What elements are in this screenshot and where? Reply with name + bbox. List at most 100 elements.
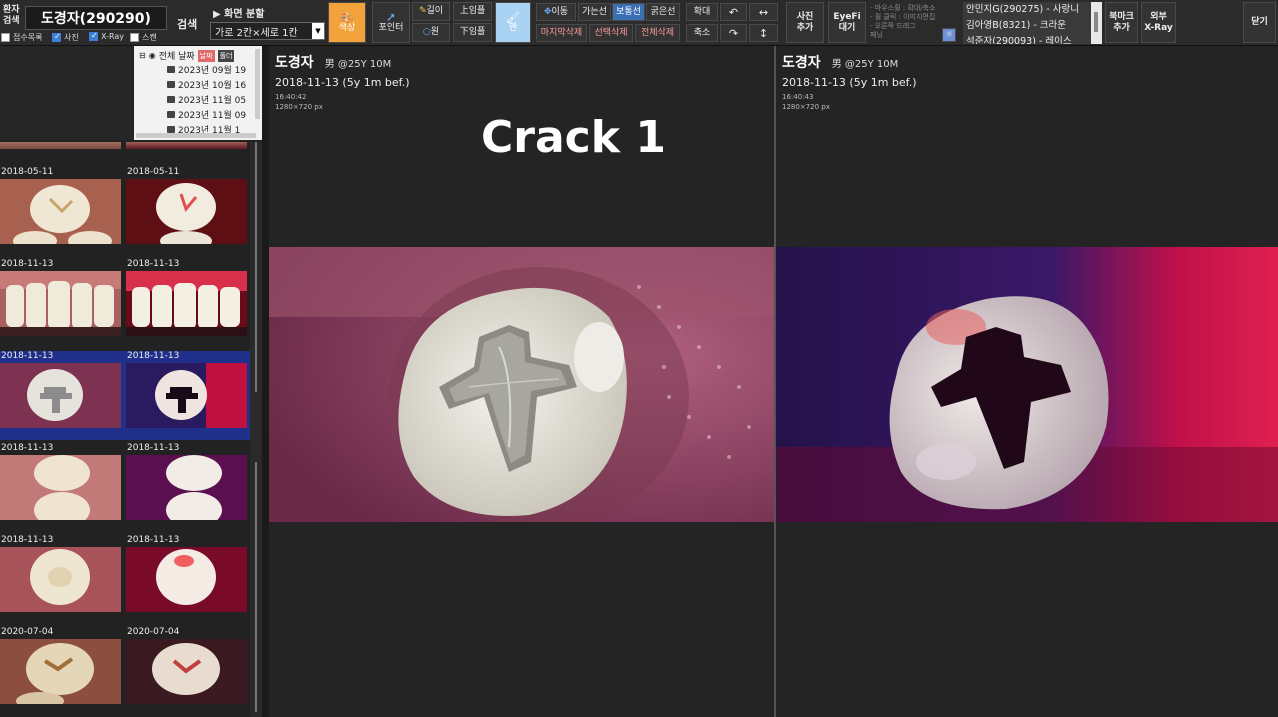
length-button-label: 길이	[426, 6, 444, 16]
thumbnail-image[interactable]	[0, 363, 121, 428]
checkbox-box[interactable]	[130, 33, 139, 42]
tree-node-label: 2023년 11월 09	[178, 111, 247, 121]
intraoral-photo-normal[interactable]	[269, 247, 774, 522]
rotate-right-icon[interactable]: ↷	[720, 24, 747, 42]
close-button[interactable]: 닫기	[1243, 2, 1276, 43]
thumbnail-date: 2018-11-13	[127, 443, 180, 453]
thumbnail-scrollbar[interactable]	[250, 142, 262, 717]
normal-line-button[interactable]: 보통선	[612, 3, 645, 21]
upper-implant-button[interactable]: 上임플	[453, 2, 492, 21]
thumbnail-image[interactable]	[0, 547, 121, 612]
thumbnail-image[interactable]	[126, 271, 247, 336]
thumbnail[interactable]: 2018-11-13	[0, 443, 122, 520]
flip-vertical-icon[interactable]: ↕	[749, 24, 778, 42]
external-xray-button[interactable]: 외부 X-Ray	[1141, 2, 1176, 43]
thumbnail-date: 2018-11-13	[127, 259, 180, 269]
thumbnail-image[interactable]	[126, 142, 247, 149]
flip-horizontal-icon[interactable]: ↔	[749, 3, 778, 21]
checkbox-box[interactable]	[89, 31, 98, 41]
patient-name-field[interactable]: 도경자(290290)	[25, 6, 167, 30]
thumbnail[interactable]	[126, 142, 248, 149]
tree-root[interactable]: ⊟ ◉ 전체 날짜 날짜 폴더	[139, 49, 235, 62]
thumbnail[interactable]: 2018-11-13	[126, 535, 248, 612]
thin-line-button[interactable]: 가는선	[578, 3, 611, 21]
delete-last-button[interactable]: 마지막삭제	[536, 24, 587, 42]
thumbnail-grid[interactable]: 2018-05-11 2018-05-11 2018-11-13 2018-11…	[0, 142, 250, 717]
delete-all-button[interactable]: 전체삭제	[635, 24, 680, 42]
checkbox-label: 접수목록	[13, 33, 43, 42]
thumbnail-image[interactable]	[126, 179, 247, 244]
tree-node[interactable]: 2023년 11월 05	[167, 93, 246, 106]
thumbnail-selected[interactable]: 2018-11-13	[126, 351, 248, 428]
checkbox-box[interactable]	[52, 32, 61, 42]
thumbnail[interactable]: 2020-07-04	[126, 627, 248, 704]
thumbnail[interactable]: 2018-11-13	[0, 259, 122, 336]
thumbnail[interactable]	[0, 142, 122, 149]
checkbox-box[interactable]	[1, 33, 10, 42]
color-button[interactable]: 🎨 색상	[328, 2, 366, 43]
list-item[interactable]: 석준자(290093) - 레이스	[963, 34, 1091, 44]
checkbox-scan[interactable]: 스캔	[130, 32, 157, 43]
tree-node[interactable]: 2023년 11월 09	[167, 108, 246, 121]
rotate-left-icon[interactable]: ↶	[720, 3, 747, 21]
checkbox-xray[interactable]: X-Ray	[89, 31, 124, 41]
thumbnail-image[interactable]	[126, 639, 247, 704]
thumbnail-image[interactable]	[0, 455, 121, 520]
tree-horizontal-scrollbar[interactable]	[136, 133, 256, 138]
thumbnail-selected[interactable]: 2018-11-13	[0, 351, 122, 428]
scrollbar-thumb[interactable]	[255, 462, 257, 712]
patient-queue-list[interactable]: 안민지G(290275) - 사랑니 김아영B(8321) - 크라운 석준자(…	[963, 2, 1091, 44]
circle-button[interactable]: ○ 원	[412, 23, 450, 42]
image-viewer-right[interactable]: 도경자 男 @25Y 10M 2018-11-13 (5y 1m bef.) 1…	[776, 46, 1278, 717]
tree-node[interactable]: 2023년 09월 19	[167, 63, 246, 76]
tab-date[interactable]: 날짜	[197, 49, 215, 62]
list-item[interactable]: 안민지G(290275) - 사랑니	[963, 2, 1091, 18]
lower-implant-button[interactable]: 下임플	[453, 23, 492, 42]
layout-select[interactable]: 가로 2칸×세로 1칸 ▼	[210, 22, 325, 40]
eyefi-wait-button[interactable]: EyeFi 대기	[828, 2, 866, 43]
viewer-image-size: 1280×720 px	[275, 103, 323, 111]
thick-line-button[interactable]: 굵은선	[646, 3, 680, 21]
thumbnail-image[interactable]	[0, 142, 121, 149]
patient-list-scrollbar[interactable]	[1091, 2, 1102, 44]
viewer-date: 2018-11-13 (5y 1m bef.)	[782, 76, 917, 89]
checkbox-reception[interactable]: 접수목록	[1, 32, 42, 43]
list-item[interactable]: 김아영B(8321) - 크라운	[963, 18, 1091, 34]
thumbnail-image[interactable]	[0, 271, 121, 336]
tab-folder[interactable]: 폴더	[217, 49, 235, 62]
thumbnail[interactable]: 2020-07-04	[0, 627, 122, 704]
viewer-date: 2018-11-13 (5y 1m bef.)	[275, 76, 410, 89]
intraoral-photo-fluorescence[interactable]	[776, 247, 1278, 522]
date-tree[interactable]: ⊟ ◉ 전체 날짜 날짜 폴더 2023년 09월 19 2023년 10월 1…	[134, 46, 262, 140]
thumbnail[interactable]: 2018-11-13	[0, 535, 122, 612]
viewer-patient-name: 도경자	[782, 55, 821, 71]
chevron-down-icon[interactable]: ▼	[312, 23, 324, 39]
thumbnail[interactable]: 2018-11-13	[126, 259, 248, 336]
settings-icon[interactable]: ☼	[942, 28, 956, 42]
pen-button[interactable]: 🖌 펜	[495, 2, 531, 43]
zoom-in-button[interactable]: 확대	[686, 3, 718, 21]
move-button[interactable]: ✥ 이동	[536, 3, 576, 21]
zoom-out-button[interactable]: 축소	[686, 24, 718, 42]
tree-vertical-scrollbar[interactable]	[255, 49, 260, 119]
thumbnail-image[interactable]	[126, 455, 247, 520]
thumbnail-image[interactable]	[126, 363, 247, 428]
length-button[interactable]: ✎ 길이	[412, 2, 450, 21]
tree-node[interactable]: 2023년 10월 16	[167, 78, 246, 91]
pointer-button[interactable]: ➚ 포인터	[372, 2, 410, 43]
checkbox-photo[interactable]: 사진	[52, 32, 79, 43]
thumbnail-image[interactable]	[126, 547, 247, 612]
palette-icon: 🎨	[340, 10, 354, 24]
collapse-icon[interactable]: ⊟	[139, 51, 146, 60]
thumbnail[interactable]: 2018-11-13	[126, 443, 248, 520]
thumbnail-image[interactable]	[0, 639, 121, 704]
scrollbar-thumb[interactable]	[1094, 12, 1098, 32]
search-button[interactable]: 검색	[177, 16, 197, 32]
thumbnail[interactable]: 2018-05-11	[0, 167, 122, 244]
add-photo-button[interactable]: 사진 추가	[786, 2, 824, 43]
panel-splitter[interactable]	[262, 46, 269, 717]
delete-selected-button[interactable]: 선택삭제	[589, 24, 633, 42]
thumbnail-image[interactable]	[0, 179, 121, 244]
thumbnail[interactable]: 2018-05-11	[126, 167, 248, 244]
bookmark-add-button[interactable]: 북마크 추가	[1105, 2, 1138, 43]
